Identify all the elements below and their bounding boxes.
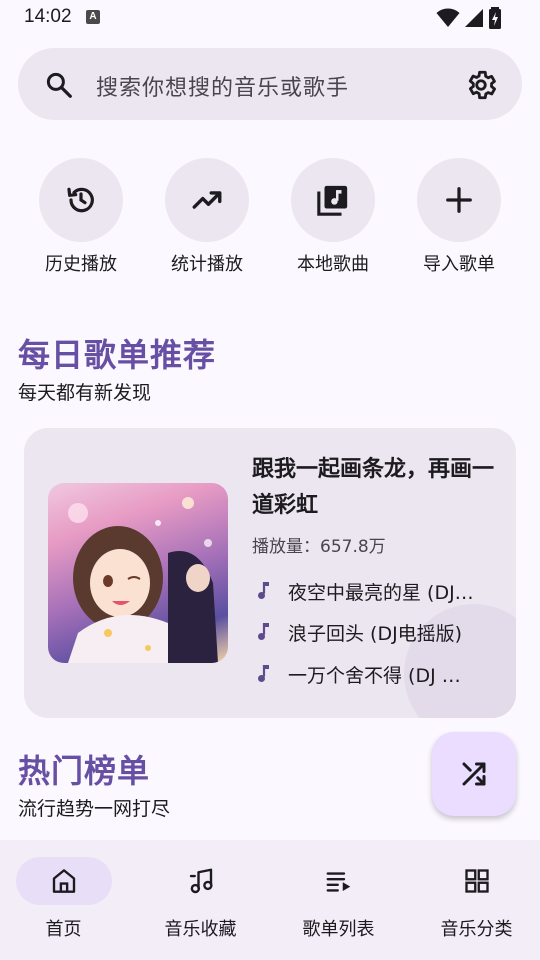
daily-section-subtitle: 每天都有新发现 bbox=[18, 382, 152, 404]
wifi-icon bbox=[436, 8, 460, 27]
quick-action-history[interactable]: 历史播放 bbox=[26, 158, 136, 276]
music-note-icon bbox=[258, 665, 269, 682]
status-bar: 14:02 A bbox=[0, 0, 540, 34]
nav-item-categories[interactable]: 音乐分类 bbox=[409, 857, 540, 941]
charts-section-subtitle: 流行趋势一网打尽 bbox=[18, 798, 171, 820]
queue-music-icon bbox=[326, 872, 350, 892]
add-icon bbox=[446, 187, 472, 213]
music-note-icon bbox=[258, 582, 269, 599]
grid-icon bbox=[464, 869, 489, 893]
track-item[interactable]: 浪子回头 (DJ电摇版) bbox=[252, 617, 502, 647]
quick-action-circle[interactable] bbox=[417, 158, 501, 242]
search-icon[interactable] bbox=[44, 70, 74, 100]
track-name: 浪子回头 (DJ电摇版) bbox=[288, 622, 463, 645]
quick-action-circle[interactable] bbox=[291, 158, 375, 242]
home-icon bbox=[52, 869, 75, 893]
quick-action-label: 导入歌单 bbox=[423, 254, 495, 275]
quick-action-label: 历史播放 bbox=[45, 254, 117, 275]
playlist-title: 跟我一起画条龙，再画一道彩虹 bbox=[252, 457, 495, 518]
nav-item-playlists[interactable]: 歌单列表 bbox=[271, 857, 406, 941]
status-icons bbox=[436, 7, 502, 29]
quick-action-local[interactable]: 本地歌曲 bbox=[278, 158, 388, 276]
nav-label: 歌单列表 bbox=[302, 919, 375, 940]
quick-action-circle[interactable] bbox=[39, 158, 123, 242]
quick-action-import[interactable]: 导入歌单 bbox=[404, 158, 514, 276]
track-item[interactable]: 一万个舍不得 (DJ … bbox=[252, 659, 502, 689]
shuffle-icon bbox=[462, 762, 486, 786]
cover-artwork bbox=[68, 497, 218, 663]
bottom-navigation: 首页 音乐收藏 歌单列表 音乐分类 bbox=[0, 840, 540, 960]
track-item[interactable]: 夜空中最亮的星 (DJ… bbox=[252, 576, 502, 606]
library-music-icon bbox=[317, 185, 348, 216]
quick-action-circle[interactable] bbox=[165, 158, 249, 242]
settings-icon[interactable] bbox=[464, 68, 498, 102]
nav-label: 首页 bbox=[45, 919, 82, 940]
shuffle-button[interactable] bbox=[432, 732, 516, 816]
nav-item-favorites[interactable]: 音乐收藏 bbox=[133, 857, 268, 941]
music-note-icon bbox=[258, 623, 269, 640]
nav-pill[interactable] bbox=[429, 857, 525, 905]
history-icon bbox=[67, 187, 94, 213]
track-name: 一万个舍不得 (DJ … bbox=[288, 664, 461, 687]
trending-up-icon bbox=[192, 191, 222, 209]
music-note-icon bbox=[189, 868, 213, 894]
playlist-cover-image[interactable] bbox=[48, 483, 228, 663]
nav-label: 音乐分类 bbox=[440, 919, 513, 940]
nav-pill[interactable] bbox=[291, 857, 387, 905]
notification-icon: A bbox=[86, 10, 100, 24]
signal-icon bbox=[465, 9, 483, 27]
daily-playlist-card[interactable]: 跟我一起画条龙，再画一道彩虹 播放量：657.8万 夜空中最亮的星 (DJ… 浪… bbox=[24, 428, 516, 718]
search-input[interactable]: 搜索你想搜的音乐或歌手 bbox=[96, 70, 349, 102]
playlist-play-count: 播放量：657.8万 bbox=[252, 537, 386, 557]
search-bar[interactable]: 搜索你想搜的音乐或歌手 bbox=[18, 48, 522, 120]
charts-section-title: 热门榜单 bbox=[18, 752, 151, 790]
track-name: 夜空中最亮的星 (DJ… bbox=[288, 581, 474, 604]
quick-action-label: 本地歌曲 bbox=[297, 254, 369, 275]
nav-item-home[interactable]: 首页 bbox=[0, 857, 131, 941]
daily-section-title: 每日歌单推荐 bbox=[18, 336, 217, 374]
status-time: 14:02 bbox=[24, 6, 72, 27]
quick-action-label: 统计播放 bbox=[171, 254, 243, 275]
nav-pill[interactable] bbox=[15, 857, 112, 905]
battery-charging-icon bbox=[489, 7, 501, 29]
nav-pill[interactable] bbox=[153, 857, 249, 905]
nav-label: 音乐收藏 bbox=[164, 919, 237, 940]
quick-action-stats[interactable]: 统计播放 bbox=[152, 158, 262, 276]
